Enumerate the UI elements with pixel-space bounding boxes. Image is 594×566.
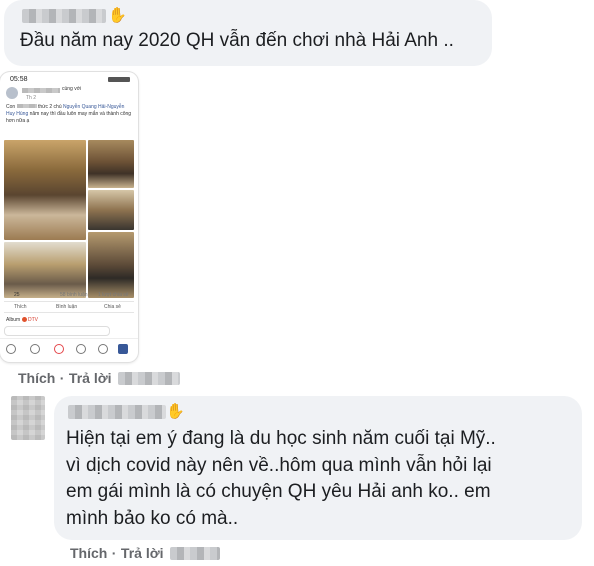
poster-name-blurred xyxy=(22,88,60,93)
album-dot-icon xyxy=(21,317,27,323)
comment-line: Hiện tại em ý đang là du học sinh năm cu… xyxy=(66,428,496,449)
comment-button[interactable]: Bình luận xyxy=(56,304,77,310)
wave-hand-icon: ✋ xyxy=(108,7,127,24)
timestamp-blurred xyxy=(170,547,221,561)
tag-link[interactable]: Nguyễn Quang xyxy=(63,104,97,110)
attached-screenshot[interactable]: 05:58 cùng với Th 2 Con thức 2 chú Nguyễ… xyxy=(0,72,138,362)
comment-input[interactable] xyxy=(4,326,110,336)
reaction-count[interactable]: 25 xyxy=(14,292,20,299)
bell-icon[interactable] xyxy=(98,344,108,354)
reply-action[interactable]: Trả lời xyxy=(121,545,164,561)
poster-avatar xyxy=(6,87,18,99)
tag-link[interactable]: Hải xyxy=(98,104,106,110)
album-badge: DTV xyxy=(27,317,38,323)
commenter-name-blurred[interactable] xyxy=(22,9,106,23)
commenter-name-blurred[interactable] xyxy=(68,405,166,419)
comment-count[interactable]: 58 bình luận xyxy=(60,292,88,299)
comment-line: em gái mình là có chuyện QH yêu Hải anh … xyxy=(66,481,491,502)
comment-text: Đầu năm nay 2020 QH vẫn đến chơi nhà Hải… xyxy=(20,30,454,51)
album-text: Album xyxy=(6,317,21,323)
like-button[interactable]: Thích xyxy=(14,304,27,310)
like-action[interactable]: Thích xyxy=(18,370,55,386)
share-count[interactable]: 1 lượt chia sẻ xyxy=(98,292,129,299)
blurred-word xyxy=(16,104,37,108)
post-time: Th 2 xyxy=(26,95,37,101)
avatar-blurred[interactable] xyxy=(11,396,45,440)
profile-icon[interactable] xyxy=(76,344,86,354)
reply-action[interactable]: Trả lời xyxy=(69,370,112,386)
comment-bubble-2: ✋ Hiện tại em ý đang là du học sinh năm … xyxy=(54,396,582,540)
separator: · xyxy=(111,545,117,561)
menu-icon[interactable] xyxy=(118,344,128,354)
watch-icon[interactable] xyxy=(54,344,64,354)
comment-line: mình bảo ko có mà.. xyxy=(66,507,239,529)
wave-hand-icon: ✋ xyxy=(166,403,185,420)
album-label[interactable]: Album DTV xyxy=(6,317,38,324)
comment-actions-2: Thích · Trả lời xyxy=(70,545,221,563)
post-header: cùng với xyxy=(62,86,82,92)
separator: · xyxy=(59,370,65,386)
share-button[interactable]: Chia sẻ xyxy=(104,304,121,310)
timestamp-blurred xyxy=(118,372,181,386)
post-body-mid: thức 2 chú xyxy=(37,104,62,110)
post-photo-4[interactable] xyxy=(4,242,86,298)
post-photo-2[interactable] xyxy=(88,140,134,188)
comment-text-2: Hiện tại em ý đang là du học sinh năm cu… xyxy=(66,426,496,532)
post-body-start: Con xyxy=(6,104,16,110)
phone-status-icons xyxy=(108,77,130,82)
post-photo-5[interactable] xyxy=(88,232,134,298)
post-body: Con thức 2 chú Nguyễn Quang Hải-Nguyễn H… xyxy=(6,104,132,124)
comment-bubble-1: ✋ Đầu năm nay 2020 QH vẫn đến chơi nhà H… xyxy=(4,0,492,66)
phone-status-time: 05:58 xyxy=(10,76,28,83)
friends-icon[interactable] xyxy=(30,344,40,354)
home-icon[interactable] xyxy=(6,344,16,354)
comment-line: vì dịch covid này nên về..hôm qua mình v… xyxy=(66,454,492,476)
post-photo-1[interactable] xyxy=(4,140,86,240)
like-action[interactable]: Thích xyxy=(70,545,107,561)
comment-actions-1: Thích · Trả lời xyxy=(18,370,181,388)
post-photo-3[interactable] xyxy=(88,190,134,230)
